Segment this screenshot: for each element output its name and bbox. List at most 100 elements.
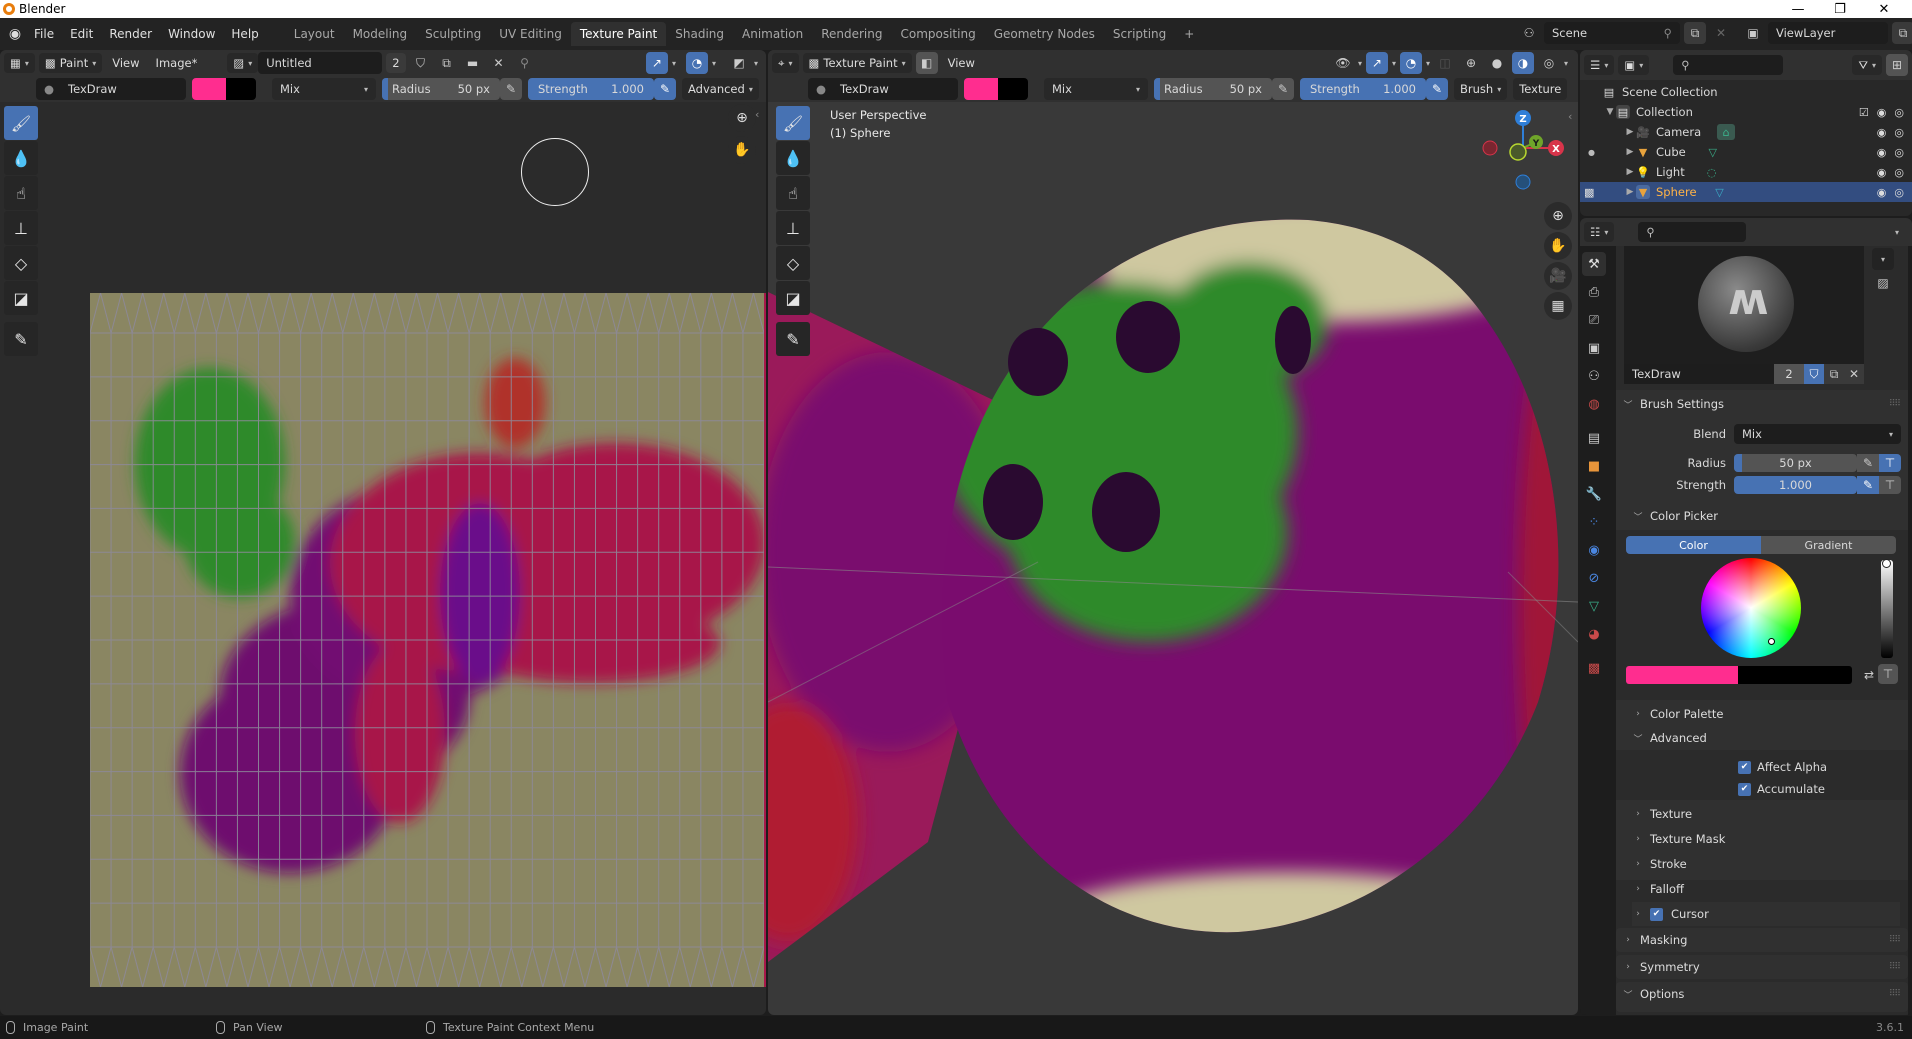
drag-handle-icon[interactable]: ⠿⠿ [1889, 989, 1901, 999]
scene-field[interactable]: Scene ⚲ [1544, 22, 1680, 44]
gizmo-neg-z-axis[interactable] [1515, 174, 1531, 190]
tab-shading[interactable]: Shading [666, 22, 733, 46]
pin-image-icon[interactable]: ⚲ [514, 52, 536, 74]
fake-user-icon[interactable]: ⛉ [410, 52, 432, 74]
strength-slider[interactable]: 1.000 [1734, 476, 1857, 494]
minimize-button[interactable]: — [1778, 0, 1818, 18]
overlay-icon[interactable]: ◔ [685, 52, 708, 74]
visibility-eye-icon[interactable]: ◉ [1877, 146, 1887, 159]
stroke-subpanel[interactable]: › Stroke [1632, 852, 1900, 876]
value-slider[interactable] [1881, 559, 1893, 658]
menu-view[interactable]: View [942, 53, 981, 73]
tab-gradient[interactable]: Gradient [1761, 536, 1896, 554]
new-view-layer-icon[interactable]: ⧉ [1892, 22, 1912, 44]
object-tab-icon[interactable]: ■ [1582, 454, 1606, 478]
image-name-field[interactable]: Untitled [258, 52, 383, 74]
radius-pressure-icon[interactable]: ✎ [500, 78, 522, 100]
mask-tool-icon[interactable]: ◪ [4, 281, 38, 315]
outliner-search[interactable]: ⚲ [1673, 55, 1784, 75]
visibility-eye-icon[interactable]: ◉ [1877, 106, 1887, 119]
uv-sync-dropdown[interactable]: ▾ [672, 59, 676, 68]
color-swatches[interactable] [964, 78, 1028, 100]
brush-image-icon[interactable]: ▨ [1872, 272, 1894, 294]
outliner-item-light[interactable]: ▶ 💡 Light ◌ ◉ ◎ [1580, 162, 1912, 182]
mode-selector[interactable]: ▩ Texture Paint ▾ [802, 53, 912, 73]
affect-alpha-checkbox[interactable]: ✔ Affect Alpha [1738, 760, 1827, 774]
brush-preview[interactable]: ʍ [1624, 246, 1864, 364]
outliner-collection[interactable]: ▼ ▤ Collection ☑ ◉ ◎ [1580, 102, 1912, 122]
mesh-data-icon[interactable]: ▽ [1713, 185, 1727, 199]
outliner-item-cube[interactable]: ● ▶ ▼ Cube ▽ ◉ ◎ [1580, 142, 1912, 162]
render-camera-icon[interactable]: ◎ [1894, 126, 1904, 139]
accumulate-checkbox[interactable]: ✔ Accumulate [1738, 782, 1825, 796]
tab-compositing[interactable]: Compositing [891, 22, 984, 46]
secondary-color-swatch[interactable] [998, 78, 1028, 100]
collection-tab-icon[interactable]: ▤ [1582, 426, 1606, 450]
scene-selector-icon[interactable]: ⚇ [1518, 22, 1540, 44]
view-layer-field[interactable]: ViewLayer [1768, 22, 1888, 44]
annotate-tool-icon[interactable]: ✎ [776, 322, 810, 356]
expand-arrow-icon[interactable]: ▶ [1624, 167, 1636, 177]
menu-edit[interactable]: Edit [62, 27, 101, 41]
render-camera-icon[interactable]: ◎ [1894, 106, 1904, 119]
strength-slider[interactable]: Strength 1.000 [1300, 78, 1426, 100]
render-camera-icon[interactable]: ◎ [1894, 146, 1904, 159]
blend-dropdown[interactable]: Mix ▾ [1044, 78, 1148, 100]
filter-button[interactable]: ⛛ ▾ [1852, 55, 1882, 75]
editor-type-button[interactable]: ▦ ▾ [4, 53, 35, 73]
swap-colors-icon[interactable]: ⇄ [1858, 664, 1880, 686]
radius-pressure-icon[interactable]: ✎ [1272, 78, 1294, 100]
tab-uv-editing[interactable]: UV Editing [490, 22, 571, 46]
texture-tab-icon[interactable]: ▩ [1582, 656, 1606, 680]
options-dropdown[interactable]: ▾ [1886, 221, 1908, 243]
blend-dropdown[interactable]: Mix ▾ [1734, 424, 1901, 444]
new-collection-icon[interactable]: ⊞ [1886, 54, 1908, 76]
radius-slider[interactable]: Radius 50 px [382, 78, 500, 100]
strength-unified-icon[interactable]: ⊤ [1879, 476, 1901, 494]
sidebar-toggle-icon[interactable]: ‹ [755, 108, 759, 121]
zoom-view-icon[interactable]: ⊕ [728, 104, 756, 132]
radius-slider[interactable]: 50 px [1734, 454, 1857, 472]
camera-view-icon[interactable]: 🎥 [1544, 262, 1572, 290]
brush-users-count[interactable]: 2 [1774, 364, 1804, 384]
pan-view-icon[interactable]: ✋ [1544, 232, 1572, 260]
cursor-checkbox[interactable]: ✔ [1650, 907, 1663, 921]
radius-unified-icon[interactable]: ⊤ [1879, 454, 1901, 472]
radius-pressure-icon[interactable]: ✎ [1857, 454, 1879, 472]
outliner-item-sphere[interactable]: ▩ ▶ ▼ Sphere ▽ ◉ ◎ [1580, 182, 1912, 202]
render-camera-icon[interactable]: ◎ [1894, 166, 1904, 179]
render-camera-icon[interactable]: ◎ [1894, 186, 1904, 199]
output-tab-icon[interactable]: ⎚ [1582, 308, 1606, 332]
menu-window[interactable]: Window [160, 27, 223, 41]
camera-data-icon[interactable]: ⌂ [1717, 124, 1736, 140]
texture-subpanel[interactable]: › Texture [1632, 802, 1900, 826]
world-tab-icon[interactable]: ◍ [1582, 392, 1606, 416]
cursor-subpanel[interactable]: › ✔ Cursor [1632, 902, 1900, 926]
tab-rendering[interactable]: Rendering [812, 22, 891, 46]
menu-file[interactable]: File [26, 27, 62, 41]
expand-arrow-icon[interactable]: ▼ [1604, 107, 1616, 117]
tab-geometry-nodes[interactable]: Geometry Nodes [985, 22, 1104, 46]
brush-selector[interactable]: ● TexDraw [36, 78, 186, 100]
toggle-perspective-icon[interactable]: ▦ [1544, 292, 1572, 320]
shading-dropdown[interactable]: ▾ [1564, 59, 1568, 68]
falloff-subpanel[interactable]: › Falloff [1632, 877, 1900, 901]
preview-dropdown[interactable]: ▾ [1872, 248, 1894, 270]
color-palette-header[interactable]: › Color Palette [1632, 702, 1900, 726]
visibility-eye-icon[interactable]: ◉ [1877, 126, 1887, 139]
tab-sculpting[interactable]: Sculpting [416, 22, 490, 46]
gizmo-neg-x-axis[interactable] [1482, 140, 1498, 156]
add-workspace-button[interactable]: + [1175, 22, 1203, 46]
fake-user-shield-icon[interactable]: ⛉ [1804, 364, 1824, 384]
delete-scene-icon[interactable]: ✕ [1710, 22, 1732, 44]
clone-tool-icon[interactable]: ⊥ [776, 211, 810, 245]
visibility-eye-icon[interactable]: ◉ [1877, 166, 1887, 179]
symmetry-header[interactable]: › Symmetry ⠿⠿ [1622, 955, 1901, 979]
unlink-image-icon[interactable]: ✕ [488, 52, 510, 74]
clone-tool-icon[interactable]: ⊥ [4, 211, 38, 245]
render-tab-icon[interactable]: ⎙ [1582, 280, 1606, 304]
properties-search[interactable]: ⚲ [1638, 222, 1747, 242]
options-header[interactable]: ﹀ Options ⠿⠿ [1622, 982, 1901, 1006]
strength-pressure-icon[interactable]: ✎ [654, 78, 676, 100]
new-image-icon[interactable]: ⧉ [436, 52, 458, 74]
